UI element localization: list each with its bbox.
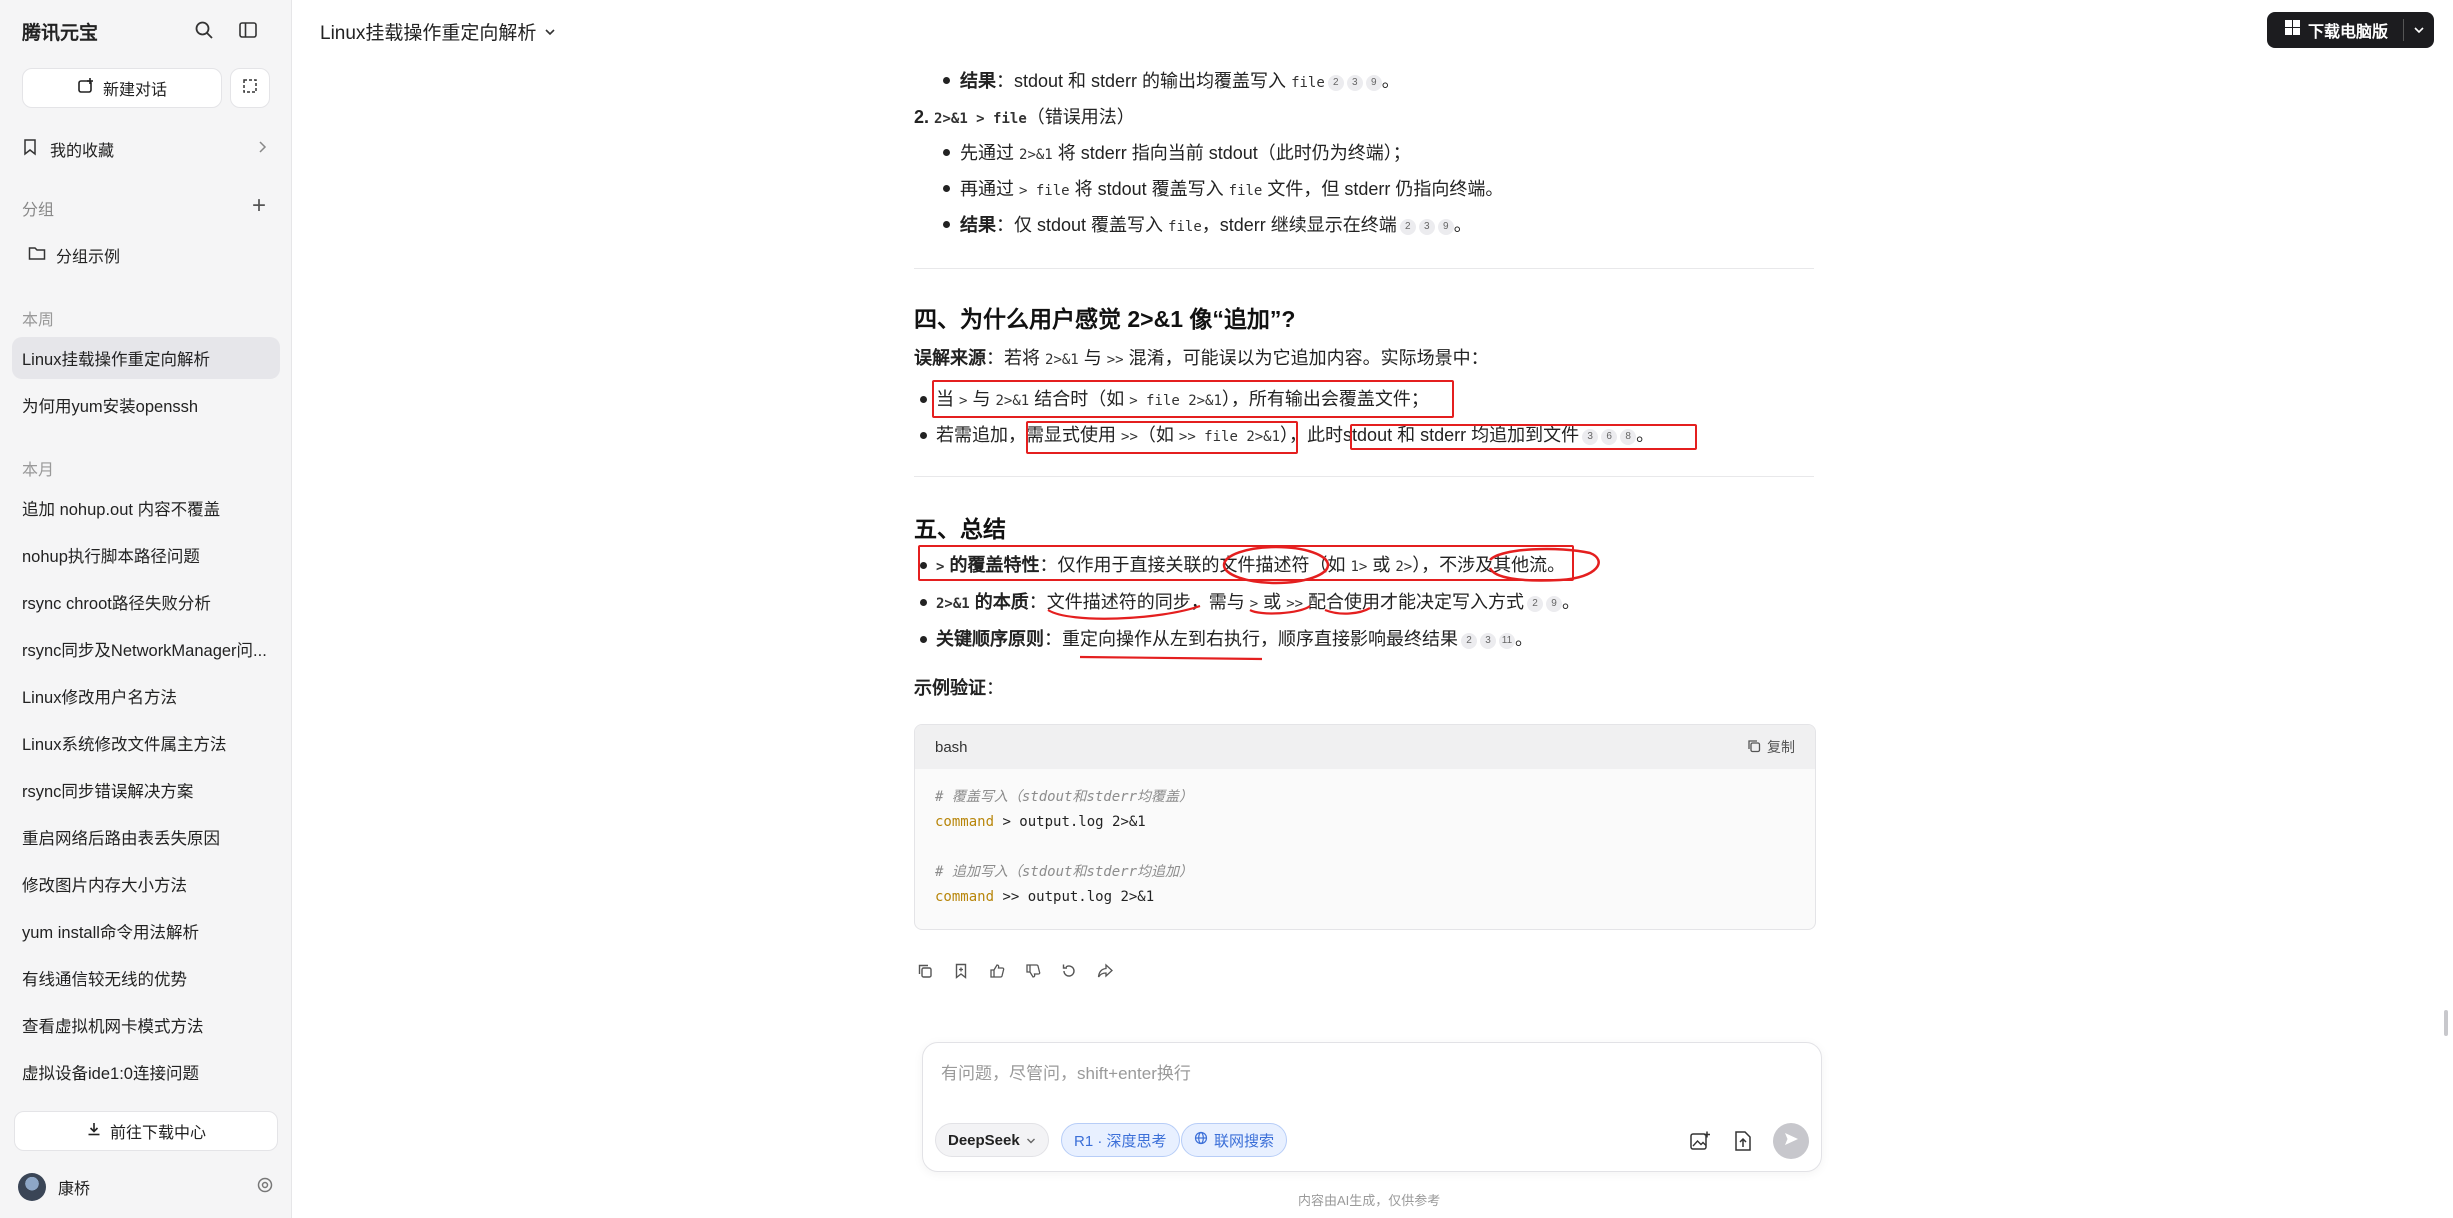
list-item-2-heading: 2. 2>&1 > file（错误用法） [914,107,1135,127]
misunderstanding-source: 误解来源：若将 2>&1 与 >> 混淆，可能误以为它追加内容。实际场景中： [914,348,1489,368]
result-line-1: 结果：stdout 和 stderr 的输出均覆盖写入 file 2 3 9。 [960,71,1400,91]
thumbs-up-icon[interactable] [988,962,1006,980]
bullet [920,636,927,643]
send-icon [1783,1131,1799,1152]
chat-content: 结果：stdout 和 stderr 的输出均覆盖写入 file 2 3 9。 2. … [0,0,2453,1218]
divider [914,268,1814,269]
section-heading-5: 五、总结 [914,516,1006,542]
copy-label: 复制 [1767,739,1795,755]
citation-badge[interactable]: 3 [1346,75,1363,91]
citation-badge[interactable]: 9 [1437,219,1454,235]
code-comment: # 追加写入（stdout和stderr均追加） [935,864,1194,880]
code-line: command >> output.log 2>&1 [935,889,1155,905]
citation-badge[interactable]: 2 [1527,596,1544,612]
message-actions [916,962,1114,980]
code-line: command > output.log 2>&1 [935,814,1146,830]
annotation-box [932,380,1454,418]
deep-think-toggle[interactable]: R1 · 深度思考 [1061,1123,1180,1157]
bullet [943,149,950,156]
divider [914,476,1814,477]
upload-file-icon[interactable] [1731,1129,1755,1153]
chat-input-box[interactable]: 有问题，尽管问，shift+enter换行 DeepSeek R1 · 深度思考… [922,1042,1822,1172]
summary-essence: 2>&1 的本质：文件描述符的同步，需与 > 或 >> 配合使用才能决定写入方式… [936,592,1581,612]
thumbs-down-icon[interactable] [1024,962,1042,980]
code-block: bash 复制 # 覆盖写入（stdout和stderr均覆盖） command… [914,724,1816,930]
ai-disclaimer: 内容由AI生成，仅供参考 [1298,1193,1441,1208]
citation-badge[interactable]: 2 [1399,219,1416,235]
model-selector[interactable]: DeepSeek [935,1123,1049,1157]
bullet [920,432,927,439]
result-line-2: 结果：仅 stdout 覆盖写入 file，stderr 继续显示在终端 2 3 9。 [960,215,1472,235]
model-label: DeepSeek [948,1131,1020,1149]
annotation-box [918,545,1574,581]
scrollbar[interactable] [2444,1010,2448,1036]
bookmark-add-icon[interactable] [952,962,970,980]
bullet [943,221,950,228]
code-block-header: bash 复制 [915,725,1815,769]
list-line: 再通过 > file 将 stdout 覆盖写入 file 文件，但 stder… [960,179,1504,199]
bullet [920,396,927,403]
regenerate-icon[interactable] [1060,962,1078,980]
bullet [920,599,927,606]
code-language: bash [935,738,968,756]
section-heading-4: 四、为什么用户感觉 2>&1 像“追加”? [914,306,1296,332]
bullet [943,185,950,192]
image-add-icon[interactable] [1688,1129,1712,1153]
list-line: 先通过 2>&1 将 stderr 指向当前 stdout（此时仍为终端）； [960,143,1411,163]
share-icon[interactable] [1096,962,1114,980]
example-label: 示例验证： [914,678,1004,698]
copy-code-button[interactable]: 复制 [1747,737,1795,757]
citation-badge[interactable]: 2 [1327,75,1344,91]
web-search-toggle[interactable]: 联网搜索 [1181,1123,1288,1157]
bullet [943,77,950,84]
citation-badge[interactable]: 2 [1461,633,1477,649]
globe-icon [1194,1131,1208,1149]
copy-icon[interactable] [916,962,934,980]
summary-order: 关键顺序原则：重定向操作从左到右执行，顺序直接影响最终结果 2 3 11。 [936,629,1533,649]
code-comment: # 覆盖写入（stdout和stderr均覆盖） [935,789,1194,805]
citation-badge[interactable]: 11 [1499,633,1515,649]
chevron-down-icon [1026,1132,1036,1149]
chat-input[interactable]: 有问题，尽管问，shift+enter换行 [941,1059,1191,1084]
send-button[interactable] [1773,1123,1809,1159]
web-search-label: 联网搜索 [1214,1132,1275,1150]
deep-think-label: R1 · 深度思考 [1074,1132,1167,1150]
copy-icon [1747,739,1761,756]
annotation-box [1026,421,1298,454]
citation-badge[interactable]: 9 [1546,596,1563,612]
citation-badge[interactable]: 3 [1480,633,1496,649]
citation-badge[interactable]: 9 [1365,75,1382,91]
code-body: # 覆盖写入（stdout和stderr均覆盖） command > outpu… [915,769,1815,926]
annotation-box [1350,424,1697,450]
citation-badge[interactable]: 3 [1418,219,1435,235]
